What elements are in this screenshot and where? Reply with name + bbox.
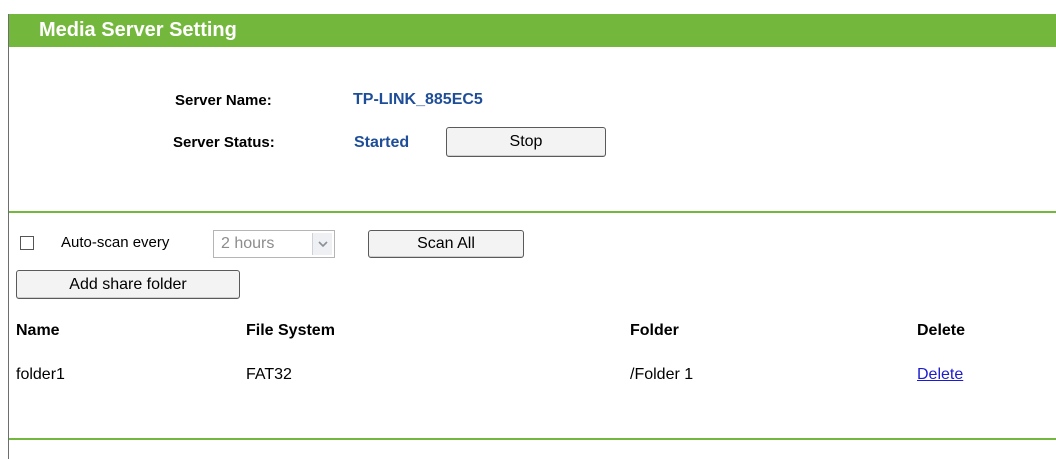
frame-border: [8, 14, 9, 459]
scan-interval-select[interactable]: 2 hours: [213, 230, 335, 258]
row-name: folder1: [16, 366, 65, 383]
column-header-file-system: File System: [246, 322, 335, 339]
page-title: Media Server Setting: [39, 19, 237, 41]
chevron-down-icon[interactable]: [312, 233, 332, 255]
server-name-label: Server Name:: [175, 92, 272, 109]
row-folder: /Folder 1: [630, 366, 694, 383]
column-header-delete: Delete: [917, 322, 966, 339]
title-bar: Media Server Setting: [9, 14, 1056, 47]
scan-interval-value: 2 hours: [221, 235, 275, 252]
scan-all-button[interactable]: Scan All: [368, 230, 524, 258]
delete-link[interactable]: Delete: [917, 366, 963, 384]
auto-scan-label: Auto-scan every: [61, 234, 170, 251]
bottom-divider: [9, 438, 1056, 440]
server-status-value: Started: [354, 134, 410, 151]
column-header-folder: Folder: [630, 322, 679, 339]
stop-button[interactable]: Stop: [446, 127, 606, 157]
section-divider: [9, 211, 1056, 213]
add-share-folder-button[interactable]: Add share folder: [16, 270, 240, 299]
server-status-label: Server Status:: [173, 134, 275, 151]
server-name-value: TP-LINK_885EC5: [353, 91, 483, 108]
column-header-name: Name: [16, 322, 60, 339]
row-file-system: FAT32: [246, 366, 292, 383]
auto-scan-checkbox[interactable]: [20, 236, 34, 250]
